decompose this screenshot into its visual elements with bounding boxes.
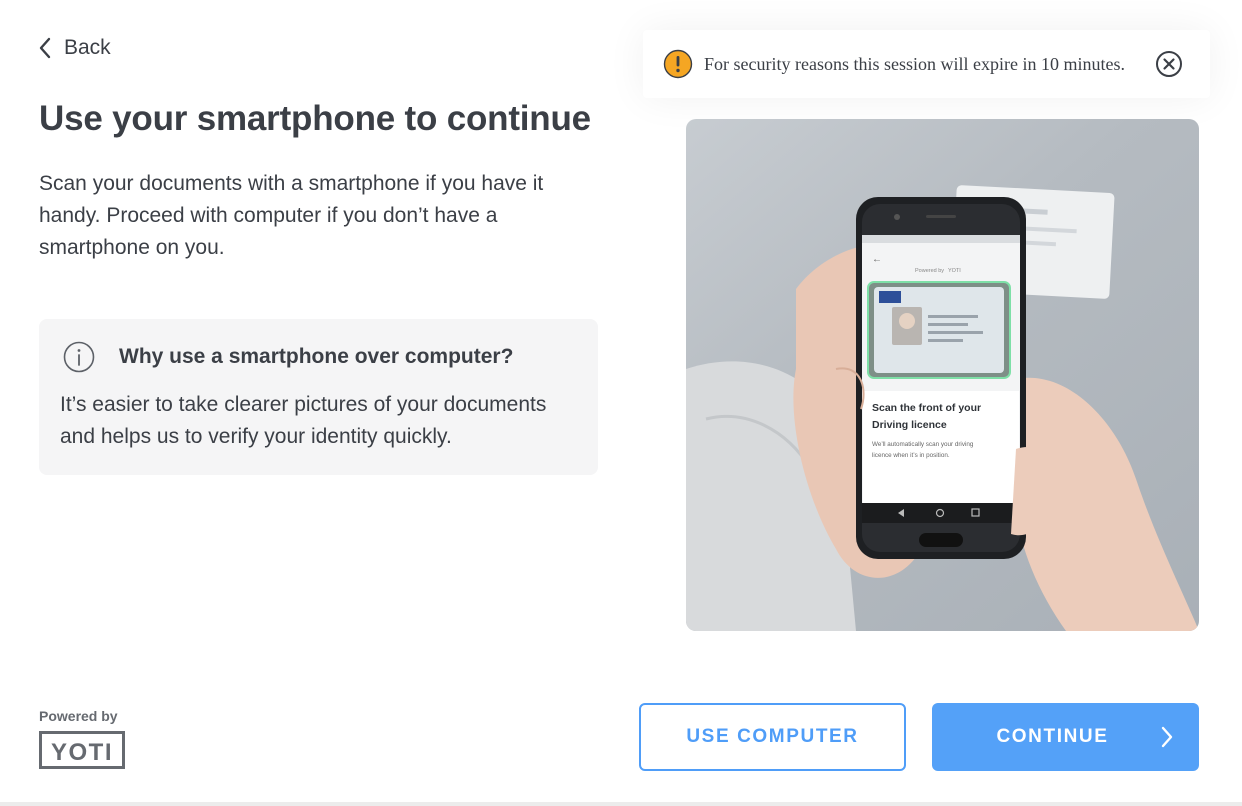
info-box-title: Why use a smartphone over computer? <box>119 345 514 368</box>
use-computer-button[interactable]: USE COMPUTER <box>639 703 906 771</box>
page-description: Scan your documents with a smartphone if… <box>39 172 544 259</box>
phone-scan-sub-1: We’ll automatically scan your driving <box>872 441 974 448</box>
info-box-text: It’s easier to take clearer pictures of … <box>60 393 547 448</box>
warning-icon <box>663 49 693 79</box>
chevron-left-icon <box>39 37 51 59</box>
bottom-divider <box>0 802 1242 806</box>
page-title: Use your smartphone to continue <box>39 99 591 138</box>
phone-scan-title-1: Scan the front of your <box>872 402 981 414</box>
use-computer-label: USE COMPUTER <box>686 726 859 747</box>
chevron-right-icon <box>1161 726 1173 748</box>
svg-text:YOTI: YOTI <box>51 739 113 766</box>
info-icon <box>63 341 95 373</box>
session-expiry-message: For security reasons this session will e… <box>704 54 1125 74</box>
phone-scan-title-2: Driving licence <box>872 419 947 431</box>
powered-by-label: Powered by <box>39 708 118 724</box>
yoti-logo: YOTI <box>39 731 125 769</box>
back-label: Back <box>64 36 111 59</box>
smartphone-graphic: ← Powered by YOTI Scan the front of your… <box>856 197 1026 559</box>
svg-text:←: ← <box>872 254 882 265</box>
smartphone-scan-illustration: ← Powered by YOTI Scan the front of your… <box>686 119 1199 631</box>
back-button[interactable]: Back <box>38 36 111 60</box>
phone-brand: YOTI <box>948 268 961 274</box>
phone-scan-sub-2: licence when it’s in position. <box>872 452 950 459</box>
phone-powered-by: Powered by <box>915 268 944 274</box>
continue-label: CONTINUE <box>996 726 1109 747</box>
session-expiry-banner: For security reasons this session will e… <box>643 30 1210 98</box>
info-box: Why use a smartphone over computer? It’s… <box>39 319 598 475</box>
continue-button[interactable]: CONTINUE <box>932 703 1199 771</box>
close-banner-icon[interactable] <box>1155 50 1183 78</box>
